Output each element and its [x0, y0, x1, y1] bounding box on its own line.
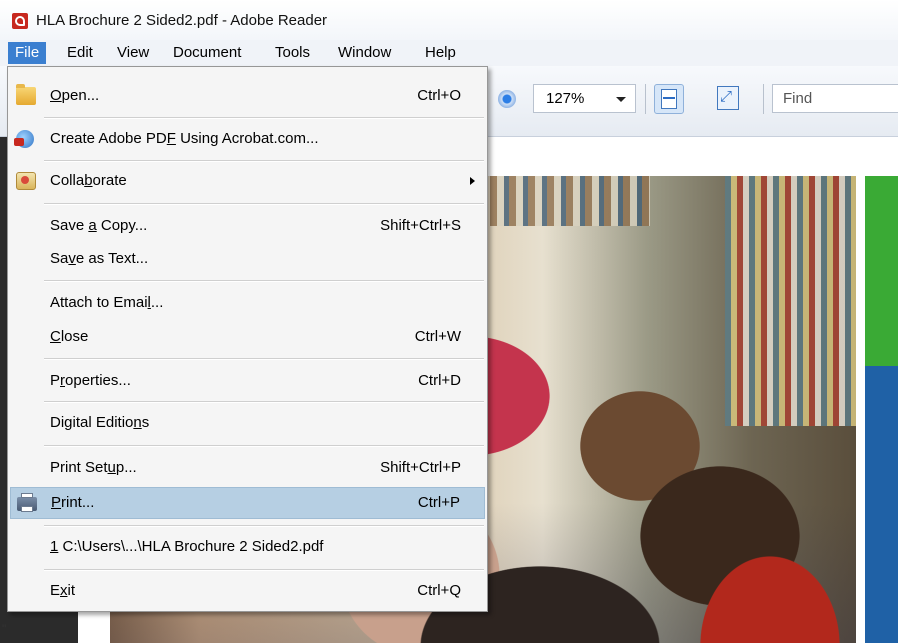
bookshelf-right: [725, 176, 856, 426]
menu-help[interactable]: Help: [418, 42, 463, 64]
zoom-in-icon[interactable]: [498, 90, 516, 108]
menu-separator: [44, 203, 484, 205]
chevron-down-icon[interactable]: [616, 97, 626, 102]
menu-view[interactable]: View: [110, 42, 156, 64]
menu-separator: [44, 117, 484, 119]
menu-separator: [44, 280, 484, 282]
title-bar: HLA Brochure 2 Sided2.pdf - Adobe Reader: [0, 0, 898, 40]
submenu-arrow-icon: [470, 177, 475, 185]
acrobat-globe-icon: [14, 130, 34, 148]
fit-width-icon: [661, 89, 677, 109]
menu-file[interactable]: File: [8, 42, 47, 64]
arrow-horizontal-icon: [663, 97, 675, 99]
printer-icon: [17, 493, 37, 512]
menu-item-save-as-text[interactable]: Save as Text...: [10, 243, 485, 275]
file-menu: Open... Ctrl+O Create Adobe PDF Using Ac…: [7, 66, 488, 612]
menu-separator: [44, 160, 484, 162]
menu-item-recent-file[interactable]: 1 C:\Users\...\HLA Brochure 2 Sided2.pdf: [10, 531, 485, 563]
adobe-pdf-icon: [12, 13, 28, 29]
menu-window[interactable]: Window: [331, 42, 398, 64]
menu-item-create-pdf[interactable]: Create Adobe PDF Using Acrobat.com...: [10, 123, 485, 155]
toolbar-separator: [763, 84, 764, 114]
shortcut: Ctrl+P: [417, 494, 460, 511]
full-screen-icon[interactable]: [717, 86, 739, 110]
shortcut: Shift+Ctrl+P: [380, 459, 461, 476]
menu-separator: [44, 525, 484, 527]
bookshelf-back: [490, 176, 650, 226]
shortcut: Ctrl+O: [417, 87, 461, 104]
zoom-value: 127%: [546, 90, 585, 107]
menu-separator: [44, 358, 484, 360]
menu-bar: File Edit View Document Tools Window Hel…: [0, 40, 898, 66]
menu-separator: [44, 569, 484, 571]
brochure-green-panel: [865, 176, 898, 366]
shortcut: Shift+Ctrl+S: [380, 217, 461, 234]
menu-item-open[interactable]: Open... Ctrl+O: [10, 80, 485, 112]
menu-item-close[interactable]: Close Ctrl+W: [10, 321, 485, 353]
menu-document[interactable]: Document: [166, 42, 248, 64]
menu-edit[interactable]: Edit: [60, 42, 100, 64]
menu-item-print-setup[interactable]: Print Setup... Shift+Ctrl+P: [10, 452, 485, 484]
menu-item-exit[interactable]: Exit Ctrl+Q: [10, 575, 485, 607]
menu-item-save-copy[interactable]: Save a Copy... Shift+Ctrl+S: [10, 210, 485, 242]
fit-width-button[interactable]: [654, 84, 684, 114]
brochure-blue-panel: [865, 366, 898, 643]
shortcut: Ctrl+W: [414, 328, 461, 345]
menu-item-print[interactable]: Print... Ctrl+P: [10, 487, 485, 519]
shortcut: Ctrl+Q: [417, 582, 461, 599]
shortcut: Ctrl+D: [418, 372, 461, 389]
menu-separator: [44, 445, 484, 447]
window-title: HLA Brochure 2 Sided2.pdf - Adobe Reader: [36, 12, 328, 29]
menu-item-collaborate[interactable]: Collaborate: [10, 165, 485, 197]
find-field[interactable]: Find: [772, 84, 898, 113]
menu-item-properties[interactable]: Properties... Ctrl+D: [10, 365, 485, 397]
collaborate-icon: [16, 172, 36, 190]
menu-item-attach-email[interactable]: Attach to Email...: [10, 287, 485, 319]
folder-icon: [16, 84, 36, 105]
find-placeholder: Find: [783, 90, 813, 107]
menu-tools[interactable]: Tools: [268, 42, 317, 64]
zoom-dropdown[interactable]: 127%: [533, 84, 636, 113]
toolbar-separator: [645, 84, 646, 114]
menu-separator: [44, 401, 484, 403]
edge-mark: ": [2, 622, 7, 636]
menu-item-digital-editions[interactable]: Digital Editions: [10, 407, 485, 439]
